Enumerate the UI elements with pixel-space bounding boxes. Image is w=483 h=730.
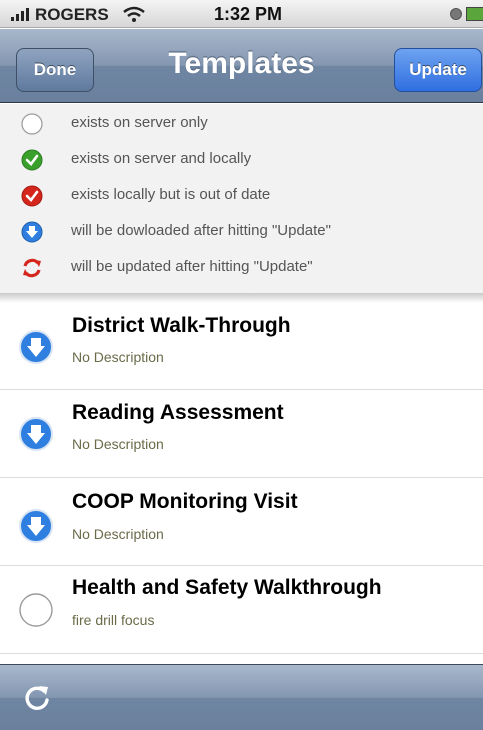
template-description: No Description [72,349,164,365]
legend-label: will be updated after hitting "Update" [71,258,313,275]
legend-divider [0,293,483,303]
blue-download-icon [19,330,53,364]
legend-item: exists on server and locally [0,142,483,176]
wifi-icon [123,6,145,22]
blue-download-icon [19,417,53,451]
alarm-icon [450,8,462,20]
empty-circle-icon [21,113,43,135]
template-title: Health and Safety Walkthrough [72,576,382,599]
template-title: Reading Assessment [72,401,284,424]
legend-label: exists on server and locally [71,150,252,167]
status-time: 1:32 PM [214,4,283,24]
battery-icon [466,7,483,21]
legend-label: exists locally but is out of date [71,186,271,203]
legend-label: exists on server only [71,114,208,131]
carrier-name: ROGERS [35,5,109,24]
template-title: District Walk-Through [72,314,291,337]
template-row[interactable]: Health and Safety Walkthrough fire drill… [0,566,483,654]
template-description: No Description [72,436,164,452]
navigation-bar: Done Templates Update [0,29,483,103]
template-description: fire drill focus [72,612,155,628]
legend-item: exists locally but is out of date [0,178,483,212]
red-refresh-icon [23,258,41,278]
empty-circle-icon [19,593,53,627]
template-row[interactable]: COOP Monitoring Visit No Description [0,478,483,566]
legend-item: exists on server only [0,106,483,140]
bottom-toolbar [0,664,483,730]
green-check-icon [21,149,43,171]
blue-download-icon [19,509,53,543]
legend-item: will be dowloaded after hitting "Update" [0,214,483,248]
refresh-icon[interactable] [22,683,52,713]
legend-label: will be dowloaded after hitting "Update" [71,222,331,239]
template-title: COOP Monitoring Visit [72,490,298,513]
legend-item: will be updated after hitting "Update" [0,250,483,284]
template-row[interactable]: District Walk-Through No Description [0,303,483,390]
signal-icon [11,8,29,21]
status-legend: exists on server only exists on server a… [0,104,483,293]
template-row[interactable]: Reading Assessment No Description [0,390,483,478]
template-description: No Description [72,526,164,542]
status-bar: ROGERS 1:32 PM [0,0,483,28]
blue-download-icon [21,221,43,243]
red-check-icon [21,185,43,207]
update-button[interactable]: Update [394,48,482,92]
